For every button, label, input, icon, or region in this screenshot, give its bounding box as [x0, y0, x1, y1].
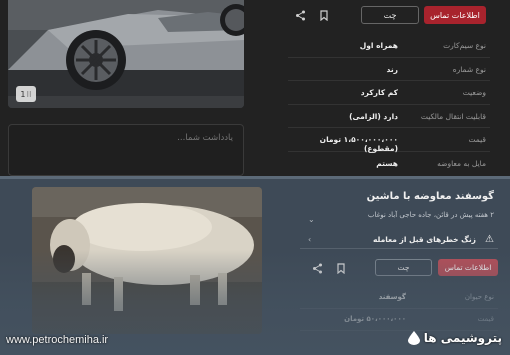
note-input[interactable]: یادداشت شما... [8, 124, 244, 176]
detail-value: ۵۰،۰۰۰،۰۰۰ تومان [344, 315, 406, 323]
watermark-logo: پتروشیمی ها [407, 331, 502, 345]
contact-info-button[interactable]: اطلاعات تماس [424, 6, 486, 24]
detail-value: رند [386, 64, 398, 74]
contact-info-button[interactable]: اطلاعات تماس [438, 259, 498, 276]
chat-button[interactable]: چت [361, 6, 419, 24]
listing-bottom: گوسفند معاوضه با ماشین ۲ هفته پیش در قائ… [0, 179, 510, 355]
detail-row: قیمت ۱،۵۰۰،۰۰۰،۰۰۰ تومان (مقطوع) [288, 128, 490, 153]
bookmark-icon[interactable] [317, 8, 331, 22]
detail-value: ۱،۵۰۰،۰۰۰،۰۰۰ تومان (مقطوع) [319, 135, 398, 153]
detail-row: مایل به معاوضه هستم [288, 152, 490, 176]
share-icon[interactable] [310, 261, 324, 275]
share-icon[interactable] [293, 8, 307, 22]
gallery-badge[interactable]: 1 ⁝⁝ [16, 86, 36, 102]
car-photo[interactable] [8, 0, 244, 108]
listing-subtitle: ۲ هفته پیش در قائن، جاده حاجی آباد نوغاب [367, 211, 494, 219]
warning-expander[interactable]: ⚠ زنگ خطرهای قبل از معامله ‹ [300, 231, 498, 249]
detail-value: گوسفند [378, 293, 406, 301]
detail-label: نوع حیوان [464, 293, 494, 301]
image-count: 1 [20, 89, 26, 99]
detail-value: دارد (الزامی) [349, 111, 398, 121]
detail-label: مایل به معاوضه [437, 158, 486, 168]
listing-top: 1 ⁝⁝ یادداشت شما... اطلاعات تماس چت نوع … [0, 0, 510, 176]
listing-title: گوسفند معاوضه با ماشین [366, 191, 494, 202]
detail-value: همراه اول [359, 41, 398, 50]
watermark-brand: پتروشیمی ها [423, 331, 502, 345]
note-placeholder: یادداشت شما... [177, 133, 233, 143]
car-image [8, 0, 244, 108]
detail-row: قیمت ۵۰،۰۰۰،۰۰۰ تومان [300, 309, 498, 331]
warning-icon: ⚠ [485, 234, 494, 245]
details-list: نوع حیوان گوسفند قیمت ۵۰،۰۰۰،۰۰۰ تومان [300, 287, 498, 331]
detail-row: وضعیت کم کارکرد [288, 81, 490, 105]
detail-label: قیمت [477, 315, 494, 323]
detail-label: نوع سیم‌کارت [443, 41, 486, 50]
detail-row: نوع حیوان گوسفند [300, 287, 498, 309]
chevron-left-icon: ‹ [308, 235, 312, 244]
grid-icon: ⁝⁝ [26, 89, 32, 99]
sheep-image [32, 187, 262, 334]
chat-button[interactable]: چت [375, 259, 432, 276]
detail-row: نوع شماره رند [288, 58, 490, 81]
detail-label: قابلیت انتقال مالکیت [420, 111, 486, 121]
detail-label: قیمت [468, 135, 486, 144]
detail-value: کم کارکرد [360, 88, 398, 97]
bookmark-icon[interactable] [334, 261, 348, 275]
detail-value: هستم [376, 158, 398, 168]
detail-label: نوع شماره [452, 64, 486, 74]
warning-label: زنگ خطرهای قبل از معامله [372, 235, 476, 244]
drop-icon [407, 331, 420, 345]
detail-row: قابلیت انتقال مالکیت دارد (الزامی) [288, 105, 490, 128]
watermark-url: www.petrochemiha.ir [6, 334, 109, 346]
sheep-photo[interactable] [32, 187, 262, 334]
detail-label: وضعیت [462, 88, 486, 97]
chevron-down-icon[interactable]: ⌄ [308, 215, 315, 224]
detail-row: نوع سیم‌کارت همراه اول [288, 34, 490, 58]
details-list: نوع سیم‌کارت همراه اول نوع شماره رند وضع… [288, 34, 490, 175]
